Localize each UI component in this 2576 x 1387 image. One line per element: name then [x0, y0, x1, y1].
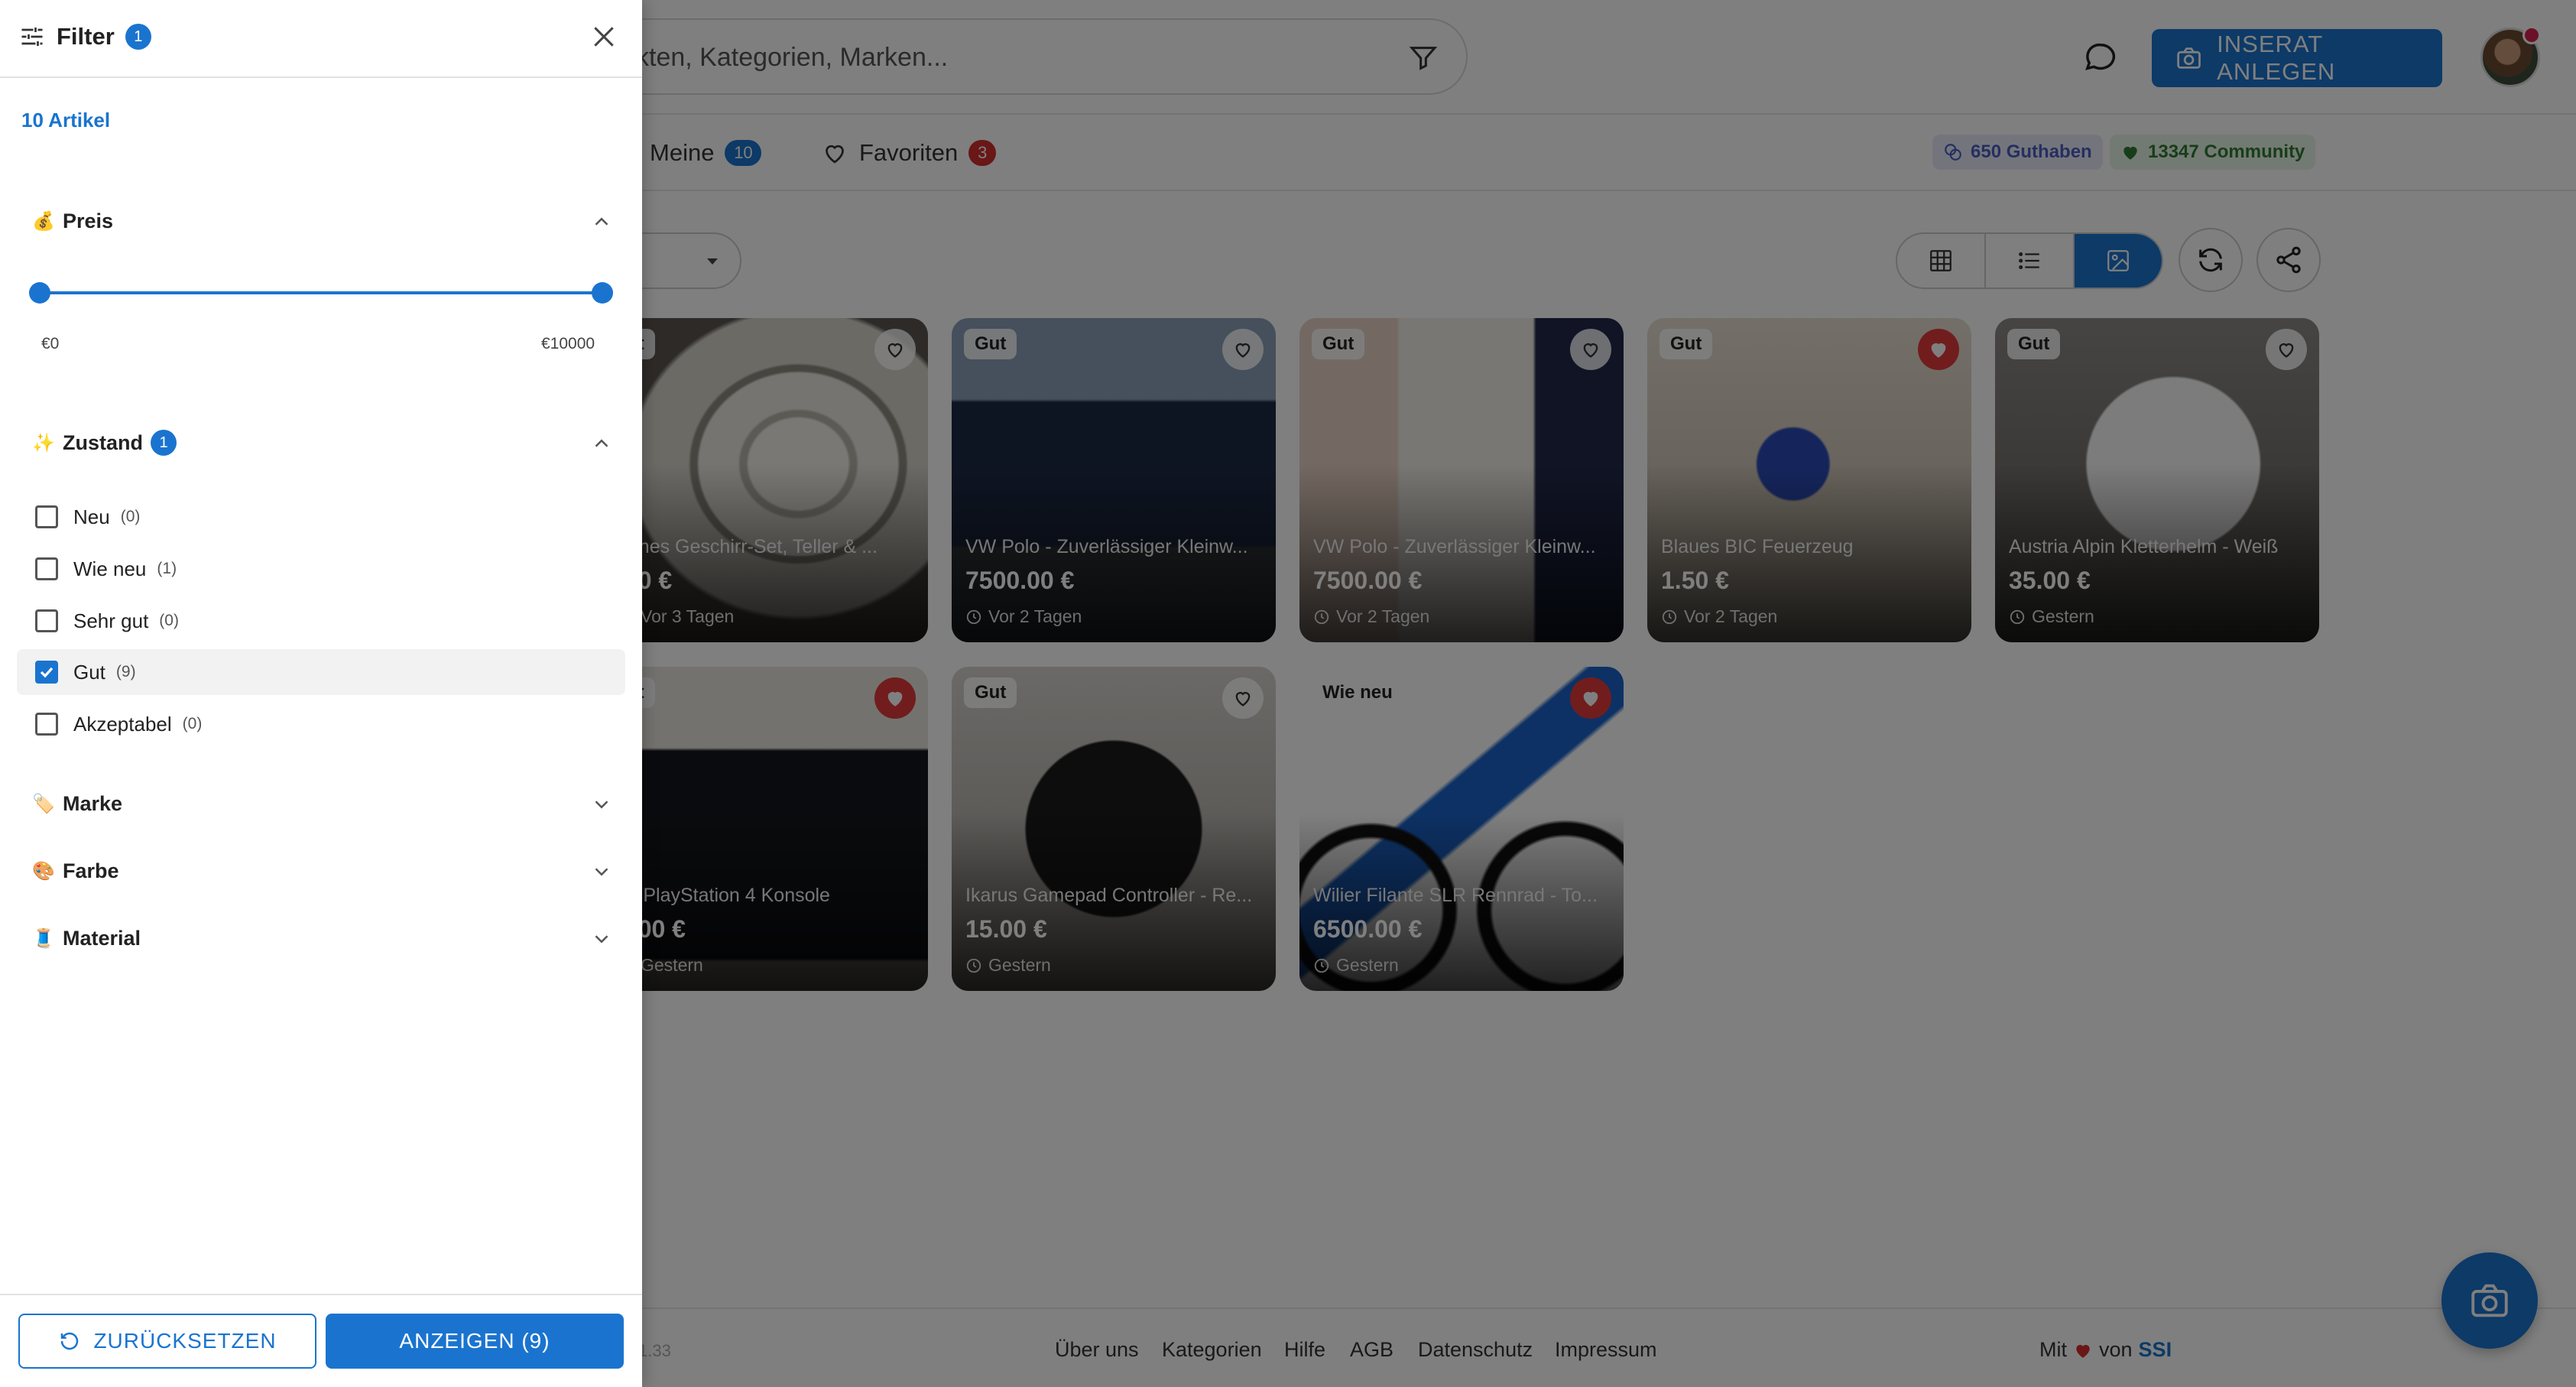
checkbox[interactable] — [35, 661, 58, 684]
option-count: (0) — [120, 508, 141, 525]
option-label: Akzeptabel — [73, 712, 172, 736]
price-slider-max-handle[interactable] — [592, 282, 613, 304]
active-filter-badge: 1 — [125, 24, 151, 50]
section-color-label: Farbe — [63, 859, 119, 882]
checkbox[interactable] — [35, 713, 58, 736]
condition-option-very-good[interactable]: Sehr gut (0) — [17, 598, 625, 644]
checkbox[interactable] — [35, 609, 58, 632]
price-slider-track[interactable] — [40, 291, 602, 294]
drawer-footer: ZURÜCKSETZEN ANZEIGEN (9) — [0, 1294, 642, 1387]
chevron-down-icon — [595, 935, 608, 944]
section-price-label: Preis — [63, 209, 114, 232]
filter-drawer: Filter 1 10 Artikel 💰 Preis €0 €10000 ✨ … — [0, 0, 642, 1387]
drawer-header: Filter 1 — [0, 0, 642, 78]
condition-option-acceptable[interactable]: Akzeptabel (0) — [17, 701, 625, 747]
section-color-header[interactable]: 🎨 Farbe — [32, 852, 613, 890]
apply-label: ANZEIGEN (9) — [399, 1329, 550, 1353]
result-count: 10 Artikel — [21, 109, 111, 132]
option-label: Wie neu — [73, 557, 147, 580]
reset-button[interactable]: ZURÜCKSETZEN — [18, 1314, 316, 1369]
section-material-label: Material — [63, 926, 141, 950]
reset-label: ZURÜCKSETZEN — [93, 1329, 277, 1353]
palette-icon: 🎨 — [32, 860, 55, 882]
thread-icon: 🧵 — [32, 927, 55, 949]
money-bag-icon: 💰 — [32, 210, 55, 232]
sparkles-icon: ✨ — [32, 432, 55, 453]
condition-badge: 1 — [151, 430, 177, 456]
section-brand-label: Marke — [63, 791, 123, 815]
price-max-label: €10000 — [541, 335, 595, 352]
option-count: (0) — [159, 612, 179, 629]
condition-option-good[interactable]: Gut (9) — [17, 649, 625, 695]
chevron-down-icon — [595, 801, 608, 809]
chevron-up-icon — [595, 439, 608, 447]
sliders-icon — [21, 28, 43, 46]
option-count: (1) — [157, 560, 177, 577]
option-count: (9) — [115, 663, 136, 681]
section-price-header[interactable]: 💰 Preis — [32, 202, 613, 240]
chevron-up-icon — [595, 217, 608, 226]
section-condition-label: Zustand — [63, 430, 143, 454]
price-min-label: €0 — [41, 335, 60, 352]
reset-icon — [61, 1332, 79, 1350]
drawer-title: Filter 1 — [18, 23, 151, 50]
apply-button[interactable]: ANZEIGEN (9) — [326, 1314, 624, 1369]
section-brand-header[interactable]: 🏷️ Marke — [32, 784, 613, 823]
chevron-down-icon — [595, 868, 608, 876]
close-icon[interactable] — [589, 21, 619, 52]
label-tag-icon: 🏷️ — [32, 793, 55, 814]
check-icon — [40, 667, 54, 678]
option-label: Neu — [73, 505, 110, 528]
checkbox[interactable] — [35, 505, 58, 528]
condition-option-new[interactable]: Neu (0) — [17, 494, 625, 540]
drawer-title-label: Filter — [57, 23, 115, 50]
condition-option-like-new[interactable]: Wie neu (1) — [17, 546, 625, 592]
option-label: Sehr gut — [73, 609, 149, 632]
option-count: (0) — [182, 715, 203, 732]
section-material-header[interactable]: 🧵 Material — [32, 919, 613, 957]
price-slider-min-handle[interactable] — [29, 282, 50, 304]
section-condition-header[interactable]: ✨ Zustand 1 — [32, 424, 613, 462]
option-label: Gut — [73, 660, 105, 684]
checkbox[interactable] — [35, 557, 58, 580]
